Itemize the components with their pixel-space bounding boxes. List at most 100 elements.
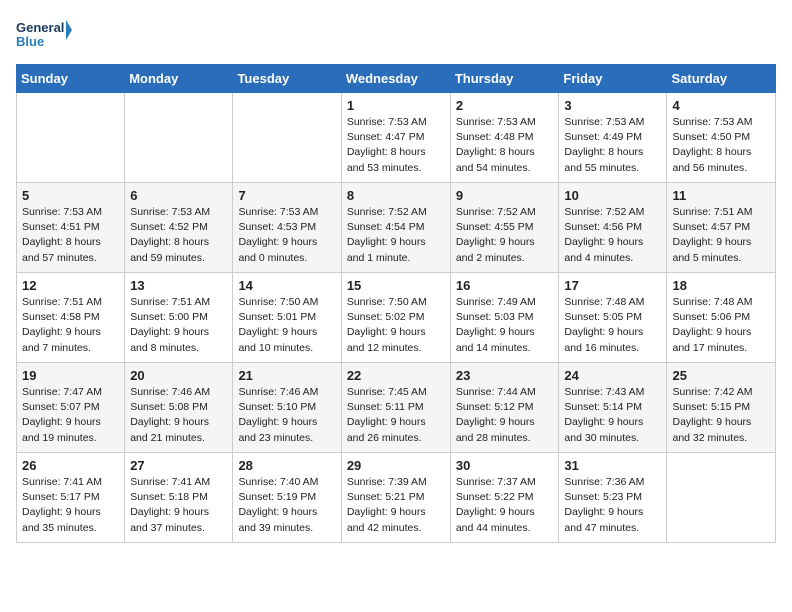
- day-info: Sunrise: 7:42 AM Sunset: 5:15 PM Dayligh…: [672, 385, 770, 446]
- day-info: Sunrise: 7:51 AM Sunset: 4:57 PM Dayligh…: [672, 205, 770, 266]
- day-info: Sunrise: 7:53 AM Sunset: 4:51 PM Dayligh…: [22, 205, 119, 266]
- day-number: 19: [22, 368, 119, 383]
- calendar-cell: 26 Sunrise: 7:41 AM Sunset: 5:17 PM Dayli…: [17, 453, 125, 543]
- day-number: 14: [238, 278, 335, 293]
- day-info: Sunrise: 7:52 AM Sunset: 4:55 PM Dayligh…: [456, 205, 554, 266]
- day-info: Sunrise: 7:50 AM Sunset: 5:02 PM Dayligh…: [347, 295, 445, 356]
- calendar-cell: 4Sunrise: 7:53 AM Sunset: 4:50 PM Daylig…: [667, 93, 776, 183]
- day-number: 15: [347, 278, 445, 293]
- weekday-header-monday: Monday: [125, 65, 233, 93]
- day-number: 5: [22, 188, 119, 203]
- calendar-cell: [17, 93, 125, 183]
- weekday-header-saturday: Saturday: [667, 65, 776, 93]
- day-number: 26: [22, 458, 119, 473]
- day-number: 1: [347, 98, 445, 113]
- day-number: 28: [238, 458, 335, 473]
- day-number: 18: [672, 278, 770, 293]
- calendar-cell: [125, 93, 233, 183]
- day-number: 9: [456, 188, 554, 203]
- calendar-cell: [667, 453, 776, 543]
- calendar-cell: 30 Sunrise: 7:37 AM Sunset: 5:22 PM Dayli…: [450, 453, 559, 543]
- page-header: General Blue: [16, 16, 776, 52]
- calendar-cell: 27 Sunrise: 7:41 AM Sunset: 5:18 PM Dayli…: [125, 453, 233, 543]
- day-info: Sunrise: 7:52 AM Sunset: 4:54 PM Dayligh…: [347, 205, 445, 266]
- day-info: Sunrise: 7:50 AM Sunset: 5:01 PM Dayligh…: [238, 295, 335, 356]
- calendar-cell: 18Sunrise: 7:48 AM Sunset: 5:06 PM Dayli…: [667, 273, 776, 363]
- day-info: Sunrise: 7:51 AM Sunset: 5:00 PM Dayligh…: [130, 295, 227, 356]
- calendar-cell: 20 Sunrise: 7:46 AM Sunset: 5:08 PM Dayli…: [125, 363, 233, 453]
- calendar-cell: 15 Sunrise: 7:50 AM Sunset: 5:02 PM Dayli…: [341, 273, 450, 363]
- day-number: 10: [564, 188, 661, 203]
- calendar-cell: 23Sunrise: 7:44 AM Sunset: 5:12 PM Dayli…: [450, 363, 559, 453]
- day-number: 22: [347, 368, 445, 383]
- day-info: Sunrise: 7:41 AM Sunset: 5:17 PM Dayligh…: [22, 475, 119, 536]
- day-info: Sunrise: 7:48 AM Sunset: 5:05 PM Dayligh…: [564, 295, 661, 356]
- calendar-cell: 9 Sunrise: 7:52 AM Sunset: 4:55 PM Daylig…: [450, 183, 559, 273]
- day-info: Sunrise: 7:51 AM Sunset: 4:58 PM Dayligh…: [22, 295, 119, 356]
- day-info: Sunrise: 7:53 AM Sunset: 4:49 PM Dayligh…: [564, 115, 661, 176]
- day-info: Sunrise: 7:37 AM Sunset: 5:22 PM Dayligh…: [456, 475, 554, 536]
- day-number: 6: [130, 188, 227, 203]
- calendar-cell: 8 Sunrise: 7:52 AM Sunset: 4:54 PM Daylig…: [341, 183, 450, 273]
- day-number: 30: [456, 458, 554, 473]
- logo: General Blue: [16, 16, 72, 52]
- svg-text:Blue: Blue: [16, 34, 44, 49]
- day-info: Sunrise: 7:36 AM Sunset: 5:23 PM Dayligh…: [564, 475, 661, 536]
- weekday-header-friday: Friday: [559, 65, 667, 93]
- day-number: 29: [347, 458, 445, 473]
- calendar-week-row: 1Sunrise: 7:53 AM Sunset: 4:47 PM Daylig…: [17, 93, 776, 183]
- calendar-cell: 17 Sunrise: 7:48 AM Sunset: 5:05 PM Dayli…: [559, 273, 667, 363]
- day-info: Sunrise: 7:47 AM Sunset: 5:07 PM Dayligh…: [22, 385, 119, 446]
- weekday-header-wednesday: Wednesday: [341, 65, 450, 93]
- calendar-week-row: 26 Sunrise: 7:41 AM Sunset: 5:17 PM Dayli…: [17, 453, 776, 543]
- calendar-cell: 22Sunrise: 7:45 AM Sunset: 5:11 PM Dayli…: [341, 363, 450, 453]
- calendar-cell: 7Sunrise: 7:53 AM Sunset: 4:53 PM Daylig…: [233, 183, 341, 273]
- weekday-header-thursday: Thursday: [450, 65, 559, 93]
- weekday-header-tuesday: Tuesday: [233, 65, 341, 93]
- calendar-cell: 29 Sunrise: 7:39 AM Sunset: 5:21 PM Dayli…: [341, 453, 450, 543]
- calendar-cell: 25 Sunrise: 7:42 AM Sunset: 5:15 PM Dayli…: [667, 363, 776, 453]
- weekday-header-row: SundayMondayTuesdayWednesdayThursdayFrid…: [17, 65, 776, 93]
- calendar-week-row: 5 Sunrise: 7:53 AM Sunset: 4:51 PM Daylig…: [17, 183, 776, 273]
- calendar-week-row: 12Sunrise: 7:51 AM Sunset: 4:58 PM Dayli…: [17, 273, 776, 363]
- day-info: Sunrise: 7:49 AM Sunset: 5:03 PM Dayligh…: [456, 295, 554, 356]
- calendar-cell: 11 Sunrise: 7:51 AM Sunset: 4:57 PM Dayli…: [667, 183, 776, 273]
- day-info: Sunrise: 7:41 AM Sunset: 5:18 PM Dayligh…: [130, 475, 227, 536]
- calendar-week-row: 19 Sunrise: 7:47 AM Sunset: 5:07 PM Dayli…: [17, 363, 776, 453]
- calendar-cell: 6 Sunrise: 7:53 AM Sunset: 4:52 PM Daylig…: [125, 183, 233, 273]
- day-number: 7: [238, 188, 335, 203]
- day-number: 11: [672, 188, 770, 203]
- calendar-cell: 31 Sunrise: 7:36 AM Sunset: 5:23 PM Dayli…: [559, 453, 667, 543]
- day-info: Sunrise: 7:53 AM Sunset: 4:52 PM Dayligh…: [130, 205, 227, 266]
- calendar-cell: [233, 93, 341, 183]
- day-info: Sunrise: 7:46 AM Sunset: 5:08 PM Dayligh…: [130, 385, 227, 446]
- calendar-cell: 24 Sunrise: 7:43 AM Sunset: 5:14 PM Dayli…: [559, 363, 667, 453]
- day-info: Sunrise: 7:39 AM Sunset: 5:21 PM Dayligh…: [347, 475, 445, 536]
- day-number: 13: [130, 278, 227, 293]
- calendar-cell: 1Sunrise: 7:53 AM Sunset: 4:47 PM Daylig…: [341, 93, 450, 183]
- day-number: 17: [564, 278, 661, 293]
- day-number: 20: [130, 368, 227, 383]
- day-number: 31: [564, 458, 661, 473]
- day-number: 8: [347, 188, 445, 203]
- day-info: Sunrise: 7:46 AM Sunset: 5:10 PM Dayligh…: [238, 385, 335, 446]
- svg-text:General: General: [16, 20, 64, 35]
- calendar-cell: 21 Sunrise: 7:46 AM Sunset: 5:10 PM Dayli…: [233, 363, 341, 453]
- day-info: Sunrise: 7:43 AM Sunset: 5:14 PM Dayligh…: [564, 385, 661, 446]
- day-number: 4: [672, 98, 770, 113]
- calendar-cell: 10 Sunrise: 7:52 AM Sunset: 4:56 PM Dayli…: [559, 183, 667, 273]
- calendar-cell: 5 Sunrise: 7:53 AM Sunset: 4:51 PM Daylig…: [17, 183, 125, 273]
- day-number: 25: [672, 368, 770, 383]
- calendar-cell: 12Sunrise: 7:51 AM Sunset: 4:58 PM Dayli…: [17, 273, 125, 363]
- day-number: 27: [130, 458, 227, 473]
- calendar-cell: 19 Sunrise: 7:47 AM Sunset: 5:07 PM Dayli…: [17, 363, 125, 453]
- calendar-cell: 3Sunrise: 7:53 AM Sunset: 4:49 PM Daylig…: [559, 93, 667, 183]
- calendar-table: SundayMondayTuesdayWednesdayThursdayFrid…: [16, 64, 776, 543]
- day-number: 24: [564, 368, 661, 383]
- day-info: Sunrise: 7:53 AM Sunset: 4:48 PM Dayligh…: [456, 115, 554, 176]
- day-info: Sunrise: 7:52 AM Sunset: 4:56 PM Dayligh…: [564, 205, 661, 266]
- day-number: 23: [456, 368, 554, 383]
- logo-svg: General Blue: [16, 16, 72, 52]
- day-info: Sunrise: 7:40 AM Sunset: 5:19 PM Dayligh…: [238, 475, 335, 536]
- day-number: 21: [238, 368, 335, 383]
